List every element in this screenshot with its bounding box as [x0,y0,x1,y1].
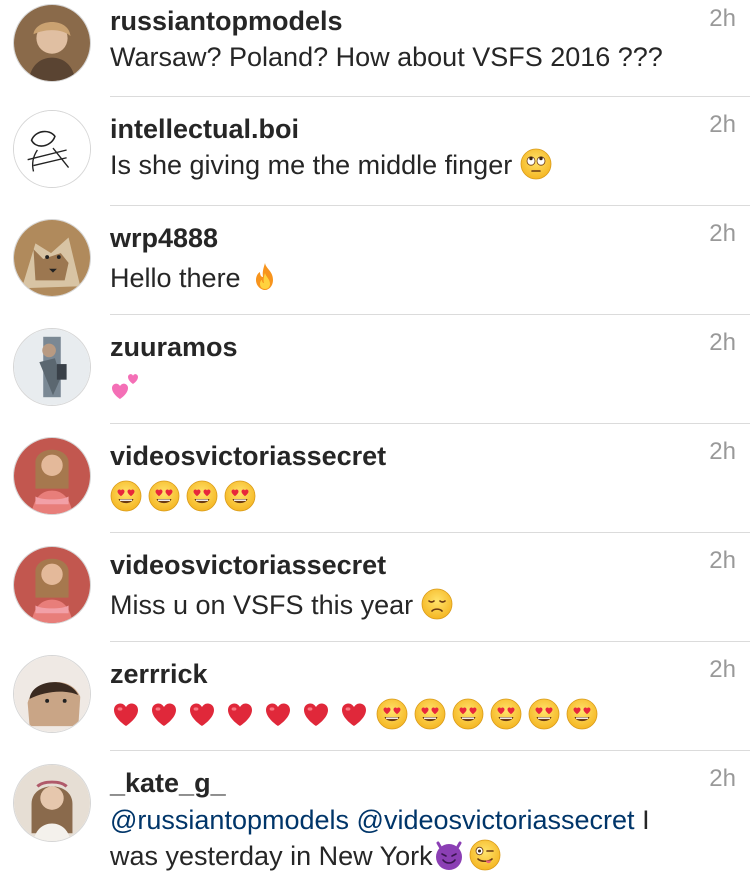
comment-item: videosvictoriassecret 2h [0,423,750,532]
avatar[interactable] [13,764,91,842]
comment-item: zerrrick 2h [0,641,750,750]
heart-eyes-emoji [224,480,256,512]
avatar[interactable] [13,655,91,733]
red-heart-emoji [338,698,370,730]
avatar[interactable] [13,546,91,624]
mention-link[interactable]: @videosvictoriassecret [357,805,635,835]
comment-timestamp: 2h [709,656,736,683]
comment-item: intellectual.boi Is she giving me the mi… [0,96,750,205]
comment-username[interactable]: videosvictoriassecret [110,439,386,473]
avatar[interactable] [13,110,91,188]
comment-text [110,698,598,730]
red-heart-emoji [110,698,142,730]
heart-eyes-emoji [414,698,446,730]
mention-link[interactable]: @russiantopmodels [110,805,349,835]
heart-eyes-emoji [528,698,560,730]
face-with-rolling-eyes-emoji [520,148,552,180]
comment-timestamp: 2h [709,111,736,138]
comment-text: Warsaw? Poland? How about VSFS 2016 ??? [110,42,663,72]
comment-text: Hello there [110,261,700,295]
comment-item: wrp4888 Hello there 2h [0,205,750,314]
heart-eyes-emoji [110,480,142,512]
comment-username[interactable]: videosvictoriassecret [110,548,386,582]
red-heart-emoji [186,698,218,730]
comment-username[interactable]: wrp4888 [110,221,218,255]
comment-item: russiantopmodels Warsaw? Poland? How abo… [0,0,750,96]
heart-eyes-emoji [452,698,484,730]
comment-timestamp: 2h [709,547,736,574]
comment-timestamp: 2h [709,5,736,32]
comment-text [110,370,142,402]
heart-eyes-emoji [376,698,408,730]
red-heart-emoji [300,698,332,730]
comment-text: Is she giving me the middle finger [110,148,700,182]
red-heart-emoji [224,698,256,730]
heart-eyes-emoji [490,698,522,730]
two-hearts-emoji [110,370,142,402]
comment-username[interactable]: intellectual.boi [110,112,299,146]
comment-text [110,480,256,512]
comment-item: zuuramos 2h [0,314,750,423]
comment-timestamp: 2h [709,438,736,465]
comment-username[interactable]: _kate_g_ [110,766,226,800]
comment-username[interactable]: russiantopmodels [110,4,343,38]
comment-text: Miss u on VSFS this year [110,588,700,622]
comment-username[interactable]: zuuramos [110,330,238,364]
smiling-imp-emoji [433,839,465,871]
comment-username[interactable]: zerrrick [110,657,208,691]
comment-list: russiantopmodels Warsaw? Poland? How abo… [0,0,750,888]
disappointed-face-emoji [421,588,453,620]
avatar[interactable] [13,4,91,82]
comment-timestamp: 2h [709,765,736,792]
heart-eyes-emoji [148,480,180,512]
comment-timestamp: 2h [709,220,736,247]
red-heart-emoji [262,698,294,730]
comment-item: _kate_g_ @russiantopmodels @videosvictor… [0,750,750,888]
avatar[interactable] [13,437,91,515]
heart-eyes-emoji [186,480,218,512]
avatar[interactable] [13,219,91,297]
heart-eyes-emoji [566,698,598,730]
comment-text: @russiantopmodels @videosvictoriassecret… [110,805,650,871]
winking-tongue-emoji [469,839,501,871]
avatar[interactable] [13,328,91,406]
fire-emoji [249,261,281,293]
comment-timestamp: 2h [709,329,736,356]
red-heart-emoji [148,698,180,730]
comment-item: videosvictoriassecret Miss u on VSFS thi… [0,532,750,641]
